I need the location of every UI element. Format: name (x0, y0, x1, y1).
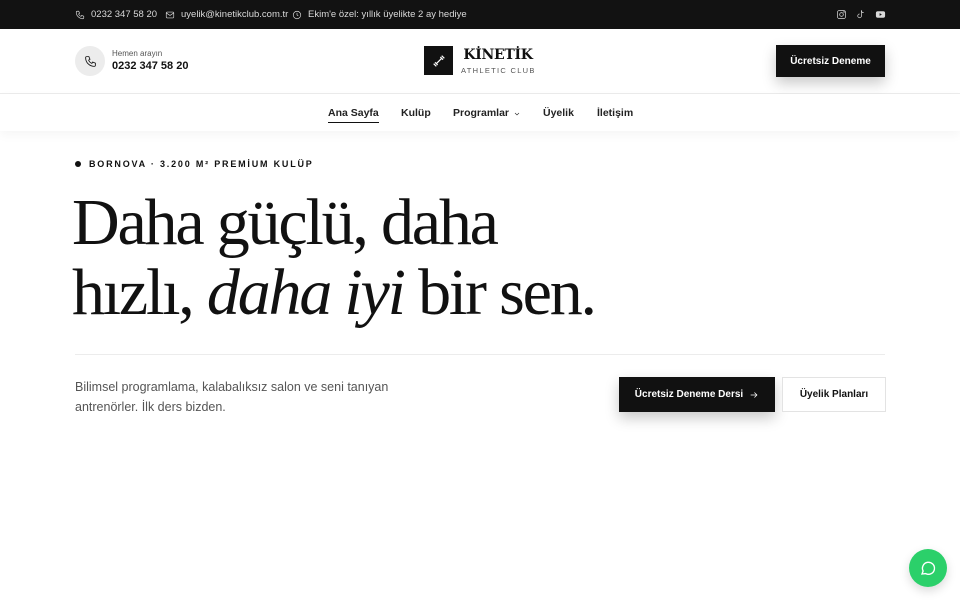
chat-button[interactable] (909, 549, 947, 587)
nav-item-label: Programlar (453, 106, 510, 119)
arrow-right-icon (750, 391, 758, 398)
phone-icon (75, 10, 85, 19)
headline-line-1: Daha güçlü, daha (72, 186, 499, 259)
nav-item-membership[interactable]: Üyelik (543, 94, 574, 131)
youtube-link[interactable] (873, 0, 887, 29)
nav-item-label: Kulüp (401, 106, 431, 119)
nav-item-programs[interactable]: Programlar (453, 94, 521, 131)
hero-eyebrow-text: BORNOVA · 3.200 M² PREMİUM KULÜP (89, 159, 314, 169)
youtube-icon (875, 11, 885, 18)
site-header: Hemen arayın 0232 347 58 20 KİNETİK ATHL… (0, 29, 960, 94)
free-trial-lesson-label: Ücretsiz Deneme Dersi (634, 389, 744, 400)
topbar-promo: Ekim'e özel: yıllık üyelikte 2 ay hediye (292, 0, 467, 29)
headline-line-2: hızlı, daha iyi bir sen. (72, 256, 597, 329)
topbar-phone-text: 0232 347 58 20 (91, 9, 158, 20)
nav-item-label: Ana Sayfa (328, 106, 379, 119)
mail-icon (165, 11, 175, 18)
tiktok-link[interactable] (853, 0, 867, 29)
free-trial-lesson-button[interactable]: Ücretsiz Deneme Dersi (619, 377, 775, 412)
nav-item-label: Üyelik (543, 106, 574, 119)
hero-eyebrow: BORNOVA · 3.200 M² PREMİUM KULÜP (75, 159, 314, 169)
hero-lead-text: Bilimsel programlama, kalabalıksız salon… (75, 380, 389, 414)
main-nav: Ana Sayfa Kulüp Programlar Üyelik İletiş… (0, 94, 960, 131)
call-label: Hemen arayın (112, 49, 163, 58)
call-number[interactable]: 0232 347 58 20 (112, 60, 188, 72)
chat-bubble-icon (920, 561, 936, 575)
topbar-promo-text: Ekim'e özel: yıllık üyelikte 2 ay hediye (308, 9, 467, 20)
topbar-phone-link[interactable]: 0232 347 58 20 (75, 0, 157, 29)
topbar-email-text: uyelik@kinetikclub.com.tr (181, 9, 289, 20)
instagram-icon (836, 10, 846, 19)
bullet-dot-icon (75, 161, 81, 167)
dumbbell-icon (432, 54, 445, 67)
logo-name[interactable]: KİNETİK (461, 47, 535, 63)
headline-line-2-end: bir sen. (418, 256, 597, 329)
logo-subtitle: ATHLETIC CLUB (461, 66, 536, 75)
instagram-link[interactable] (834, 0, 848, 29)
headline-line-2-start: hızlı, (72, 256, 195, 329)
topbar-email-link[interactable]: uyelik@kinetikclub.com.tr (165, 0, 288, 29)
nav-item-label: İletişim (597, 106, 634, 119)
call-button[interactable] (75, 46, 105, 76)
top-bar: 0232 347 58 20 uyelik@kinetikclub.com.tr… (0, 0, 960, 29)
tiktok-icon (856, 10, 864, 19)
nav-item-club[interactable]: Kulüp (401, 94, 431, 131)
nav-item-contact[interactable]: İletişim (597, 94, 633, 131)
phone-icon (84, 55, 96, 67)
chevron-down-icon (513, 109, 521, 117)
nav-item-home[interactable]: Ana Sayfa (328, 94, 379, 131)
headline-italic: daha iyi (206, 256, 406, 329)
clock-icon (292, 10, 302, 19)
logo-mark[interactable] (424, 46, 453, 75)
free-trial-button[interactable]: Ücretsiz Deneme (776, 45, 885, 77)
hero-headline: Daha güçlü, daha hızlı, daha iyi bir sen… (72, 186, 597, 329)
hero-divider (75, 354, 885, 355)
membership-plans-button[interactable]: Üyelik Planları (782, 377, 886, 412)
